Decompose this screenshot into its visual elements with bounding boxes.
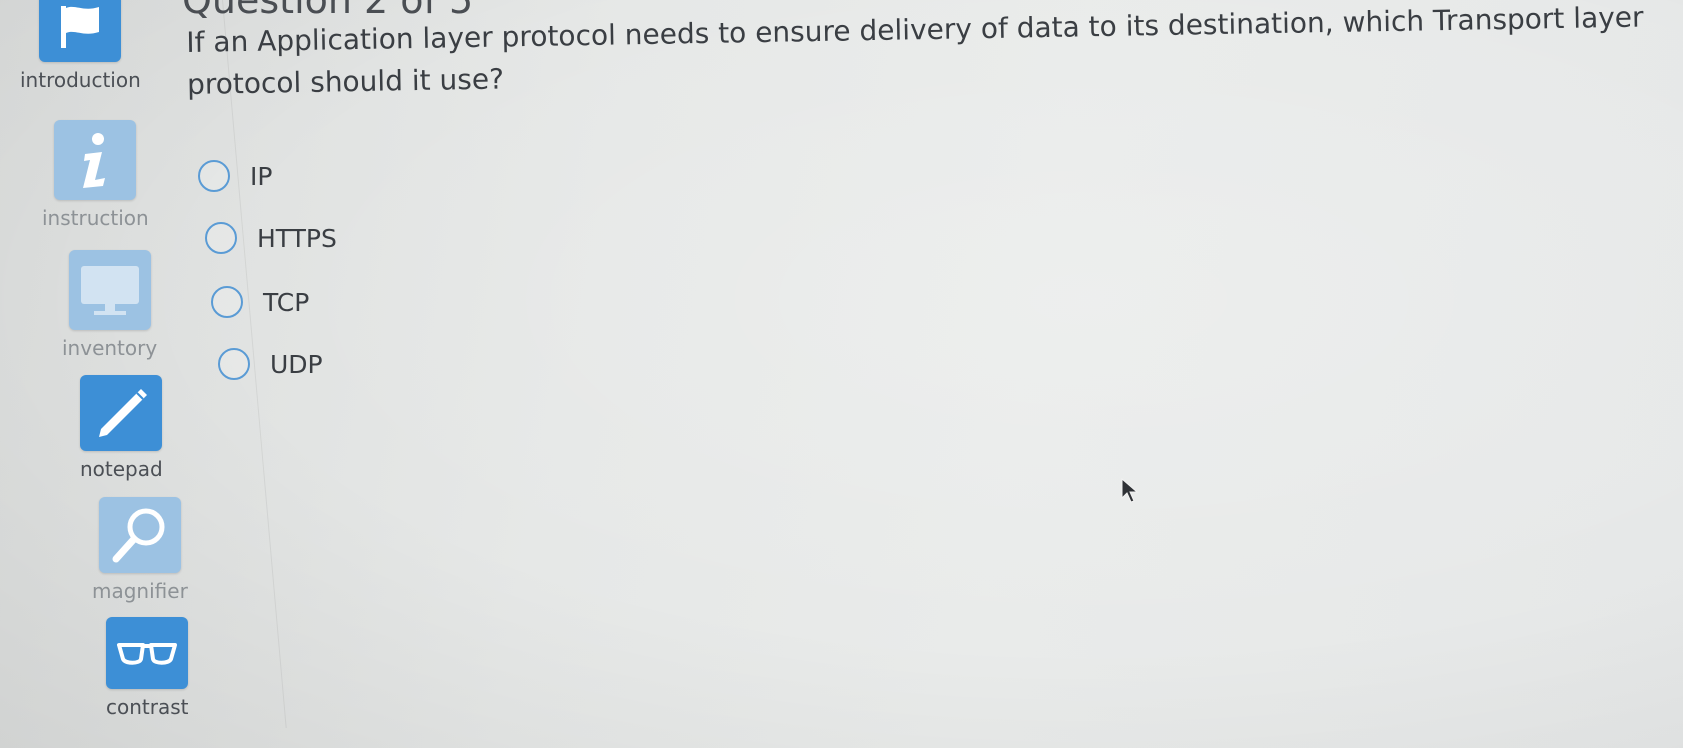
instruction-button[interactable]	[54, 120, 137, 200]
tool-contrast[interactable]: contrast	[106, 617, 189, 719]
radio-button[interactable]	[198, 160, 230, 192]
notepad-button[interactable]	[80, 375, 163, 451]
tool-notepad[interactable]: notepad	[80, 375, 163, 481]
tool-inventory[interactable]: inventory	[62, 250, 157, 360]
answer-option-ip[interactable]: IP	[198, 160, 272, 192]
answer-label: HTTPS	[257, 223, 337, 253]
introduction-label: introduction	[20, 68, 141, 92]
tool-magnifier[interactable]: magnifier	[92, 497, 188, 603]
introduction-button[interactable]	[39, 0, 122, 62]
radio-button[interactable]	[205, 222, 237, 254]
contrast-button[interactable]	[106, 617, 189, 689]
answer-label: UDP	[270, 349, 323, 379]
magnifier-icon	[112, 508, 165, 563]
tool-sidebar: introduction instruction inventory notep…	[0, 0, 287, 748]
answer-label: TCP	[263, 287, 310, 317]
answer-option-udp[interactable]: UDP	[218, 348, 323, 380]
magnifier-label: magnifier	[92, 579, 188, 603]
answer-option-tcp[interactable]: TCP	[211, 286, 309, 318]
answer-option-https[interactable]: HTTPS	[205, 222, 337, 254]
inventory-button[interactable]	[68, 250, 151, 330]
glasses-icon	[117, 643, 178, 665]
monitor-icon	[80, 266, 139, 315]
radio-button[interactable]	[218, 348, 250, 380]
instruction-label: instruction	[42, 206, 149, 230]
answer-label: IP	[250, 161, 273, 191]
flag-icon	[61, 6, 100, 48]
pencil-icon	[99, 389, 148, 437]
notepad-label: notepad	[80, 457, 163, 481]
tool-instruction[interactable]: instruction	[42, 120, 149, 230]
mouse-cursor-icon	[1121, 478, 1139, 503]
contrast-label: contrast	[106, 695, 189, 719]
tool-introduction[interactable]: introduction	[20, 0, 141, 92]
info-icon	[83, 133, 106, 188]
inventory-label: inventory	[62, 336, 158, 360]
radio-button[interactable]	[211, 286, 243, 318]
magnifier-button[interactable]	[98, 497, 181, 573]
